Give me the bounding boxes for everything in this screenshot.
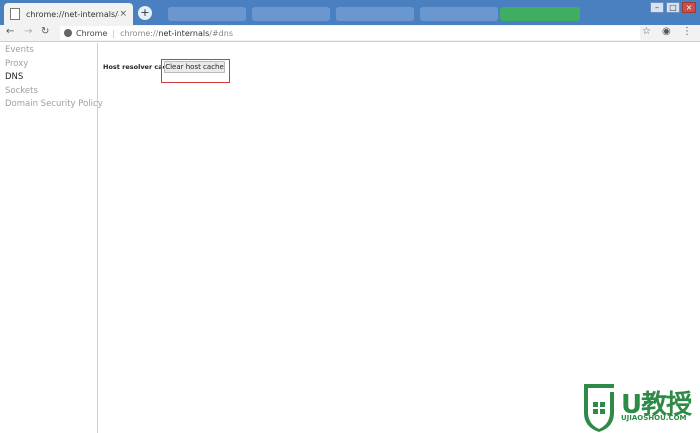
window-controls: – □ × (650, 2, 696, 13)
menu-dots-icon[interactable]: ⋮ (682, 26, 692, 37)
shield-logo-icon (584, 384, 614, 432)
sidebar-item-dns[interactable]: DNS (0, 71, 97, 85)
background-tab[interactable] (420, 7, 498, 21)
browser-toolbar: ← → ↻ Chrome | chrome://net-internals/#d… (0, 25, 700, 42)
active-tab[interactable]: chrome://net-internals/#dns × (4, 3, 133, 25)
browser-tab-strip: chrome://net-internals/#dns × + – □ × (0, 0, 700, 25)
background-tab[interactable] (252, 7, 330, 21)
sidebar-item-proxy[interactable]: Proxy (0, 58, 97, 72)
address-bar[interactable]: Chrome | chrome://net-internals/#dns (60, 26, 640, 40)
sidebar-item-events[interactable]: Events (0, 44, 97, 58)
background-tab[interactable] (336, 7, 414, 21)
bookmark-star-icon[interactable]: ☆ (642, 26, 651, 37)
watermark-domain: UJIAOSHOU.COM (621, 414, 687, 422)
omnibox-separator: | (112, 28, 116, 38)
background-tab[interactable] (500, 7, 580, 21)
page-icon (10, 8, 20, 20)
scheme-chip-label: Chrome (76, 28, 108, 38)
profile-icon[interactable]: ◉ (662, 26, 671, 37)
background-tab[interactable] (168, 7, 246, 21)
close-window-button[interactable]: × (682, 2, 696, 13)
maximize-button[interactable]: □ (666, 2, 680, 13)
url-path: /#dns (209, 28, 233, 38)
close-tab-icon[interactable]: × (119, 9, 127, 19)
minimize-button[interactable]: – (650, 2, 664, 13)
url-scheme: chrome:// (120, 28, 159, 38)
sidebar-item-sockets[interactable]: Sockets (0, 85, 97, 99)
tab-title: chrome://net-internals/#dns (26, 9, 119, 19)
new-tab-button[interactable]: + (138, 6, 152, 20)
net-internals-sidebar: Events Proxy DNS Sockets Domain Security… (0, 43, 103, 433)
clear-host-cache-button[interactable]: Clear host cache (164, 61, 225, 73)
back-arrow-icon[interactable]: ← (6, 26, 14, 37)
url-host: net-internals (158, 28, 210, 38)
sidebar-item-domain-security-policy[interactable]: Domain Security Policy (0, 98, 103, 112)
chrome-page-icon (64, 29, 72, 37)
dns-panel: Host resolver cache Clear host cache (98, 43, 700, 433)
watermark-logo: U教授 UJIAOSHOU.COM (581, 382, 700, 433)
forward-arrow-icon[interactable]: → (24, 26, 32, 37)
reload-icon[interactable]: ↻ (41, 26, 49, 37)
